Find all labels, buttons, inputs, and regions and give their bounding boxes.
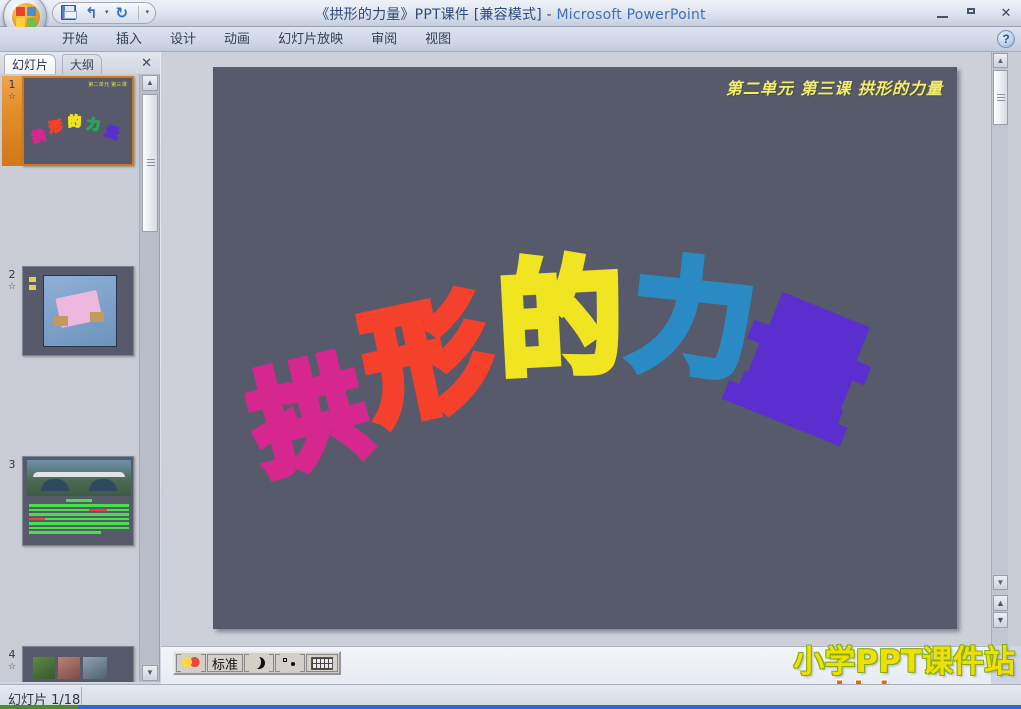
slide-thumbnail-1[interactable]: 1 ☆ 第二单元 第三课 拱 形 的 力 量 xyxy=(0,74,140,169)
ribbon-tabs: 开始 插入 设计 动画 幻灯片放映 审阅 视图 xyxy=(48,27,465,52)
tab-slideshow[interactable]: 幻灯片放映 xyxy=(264,27,357,52)
right-filler xyxy=(1008,52,1021,646)
thumb4-photo xyxy=(83,657,107,679)
minimize-button[interactable] xyxy=(931,3,953,23)
ime-width-button[interactable] xyxy=(244,654,275,672)
half-width-moon-icon xyxy=(249,654,270,672)
tab-design[interactable]: 设计 xyxy=(156,27,210,52)
slide-header-text[interactable]: 第二单元 第三课 拱形的力量 xyxy=(726,75,943,99)
powerpoint-window: ↰ ▾ ↻ ▾ 《拱形的力量》PPT课件 [兼容模式] - Microsoft … xyxy=(0,0,1021,709)
sidebar-close-button[interactable]: ✕ xyxy=(141,55,152,71)
thumb2-bullet xyxy=(29,285,36,290)
scroll-down-button[interactable]: ▼ xyxy=(993,575,1008,590)
sidebar-tab-outline[interactable]: 大纲 xyxy=(62,54,103,74)
animation-star-icon: ☆ xyxy=(7,662,17,672)
ribbon-tab-bar: 开始 插入 设计 动画 幻灯片放映 审阅 视图 ? xyxy=(0,27,1021,52)
ime-keyboard-button[interactable] xyxy=(306,654,339,672)
wordart-char-1: 拱 xyxy=(235,337,384,499)
tab-view[interactable]: 视图 xyxy=(411,27,465,52)
slide-thumbnail-4[interactable]: 4 ☆ xyxy=(0,644,140,682)
tab-animations[interactable]: 动画 xyxy=(210,27,264,52)
animation-star-icon: ☆ xyxy=(7,92,17,102)
slide-editing-workspace[interactable]: 第二单元 第三课 拱形的力量 拱 形 的 力 量 xyxy=(161,52,991,646)
thumb1-header-text: 第二单元 第三课 xyxy=(88,82,127,88)
chinese-english-toggle-icon xyxy=(181,654,201,672)
main-vertical-scrollbar[interactable]: ▲ ▼ ▲ ▼ xyxy=(991,52,1008,646)
next-slide-button[interactable]: ▼ xyxy=(993,612,1008,628)
wordart-char-2: 形 xyxy=(347,273,507,449)
thumb4-photo xyxy=(33,657,55,679)
animation-star-icon: ☆ xyxy=(7,282,17,292)
thumb2-bullet xyxy=(29,277,36,282)
title-bar: ↰ ▾ ↻ ▾ 《拱形的力量》PPT课件 [兼容模式] - Microsoft … xyxy=(0,0,1021,38)
scroll-grip-icon xyxy=(997,94,1005,101)
ime-language-button[interactable] xyxy=(176,654,206,672)
ime-toolbar[interactable]: 标准 xyxy=(173,651,342,675)
slide-thumbnail-preview-2 xyxy=(22,266,134,356)
window-controls: ✕ xyxy=(931,3,1017,23)
scroll-grip-icon xyxy=(147,159,155,166)
scroll-up-button[interactable]: ▲ xyxy=(993,53,1008,68)
taskbar-strip xyxy=(0,705,1021,709)
slide-number-4: 4 ☆ xyxy=(2,646,22,682)
wordart-char-3: 的 xyxy=(490,241,630,400)
punctuation-icon xyxy=(280,654,301,672)
slide-wordart-title[interactable]: 拱 形 的 力 量 xyxy=(213,197,957,527)
window-title: 《拱形的力量》PPT课件 [兼容模式] - Microsoft PowerPoi… xyxy=(0,4,1021,24)
slide-thumbnail-preview-1: 第二单元 第三课 拱 形 的 力 量 xyxy=(22,76,134,166)
slide-number-2: 2 ☆ xyxy=(2,266,22,356)
thumb1-wordart: 拱 形 的 力 量 xyxy=(30,113,122,146)
window-title-document: 《拱形的力量》PPT课件 [兼容模式] - xyxy=(315,7,557,23)
tab-home[interactable]: 开始 xyxy=(48,27,102,52)
close-icon: ✕ xyxy=(1000,5,1012,20)
previous-slide-button[interactable]: ▲ xyxy=(993,595,1008,611)
window-title-app: Microsoft PowerPoint xyxy=(556,7,706,23)
restore-button[interactable] xyxy=(963,3,985,23)
slide-thumbnail-preview-4 xyxy=(22,646,134,682)
slide-number-1: 1 ☆ xyxy=(2,76,22,166)
status-bar: 幻灯片 1/18 xyxy=(0,684,1021,709)
tab-review[interactable]: 审阅 xyxy=(357,27,411,52)
tab-insert[interactable]: 插入 xyxy=(102,27,156,52)
help-button[interactable]: ? xyxy=(997,30,1015,48)
soft-keyboard-icon xyxy=(311,656,334,670)
restore-icon xyxy=(967,8,975,14)
slide-number-3: 3 xyxy=(8,458,16,471)
sidebar-scrollbar[interactable]: ▲ ▼ xyxy=(139,74,159,682)
ime-mode-button[interactable]: 标准 xyxy=(207,654,244,673)
ime-punctuation-button[interactable] xyxy=(275,654,306,672)
scroll-thumb[interactable] xyxy=(993,70,1008,125)
close-button[interactable]: ✕ xyxy=(995,3,1017,23)
thumb4-photo xyxy=(58,657,80,679)
slide-thumbnail-3[interactable]: 3 xyxy=(0,454,140,549)
slides-sidebar: 幻灯片 大纲 ✕ 1 ☆ 第二单元 第三课 拱 形 的 力 量 2 ☆ 3 4 … xyxy=(0,52,160,682)
sidebar-tab-bar: 幻灯片 大纲 ✕ xyxy=(0,52,160,74)
sidebar-scroll-up-button[interactable]: ▲ xyxy=(142,75,158,91)
watermark-line-1: 小学PPT课件站 xyxy=(793,644,1015,680)
sidebar-scroll-down-button[interactable]: ▼ xyxy=(142,665,158,681)
slide-thumbnail-list[interactable]: 1 ☆ 第二单元 第三课 拱 形 的 力 量 2 ☆ 3 4 ☆ xyxy=(0,74,140,682)
slide-thumbnail-preview-3 xyxy=(22,456,134,546)
thumb3-bridge-photo xyxy=(27,460,131,496)
thumb3-green-text xyxy=(29,499,129,534)
thumb2-photo xyxy=(43,275,117,347)
sidebar-tab-slides[interactable]: 幻灯片 xyxy=(4,54,57,74)
sidebar-scroll-thumb[interactable] xyxy=(142,94,158,232)
current-slide[interactable]: 第二单元 第三课 拱形的力量 拱 形 的 力 量 xyxy=(213,67,957,629)
slide-thumbnail-2[interactable]: 2 ☆ xyxy=(0,264,140,359)
